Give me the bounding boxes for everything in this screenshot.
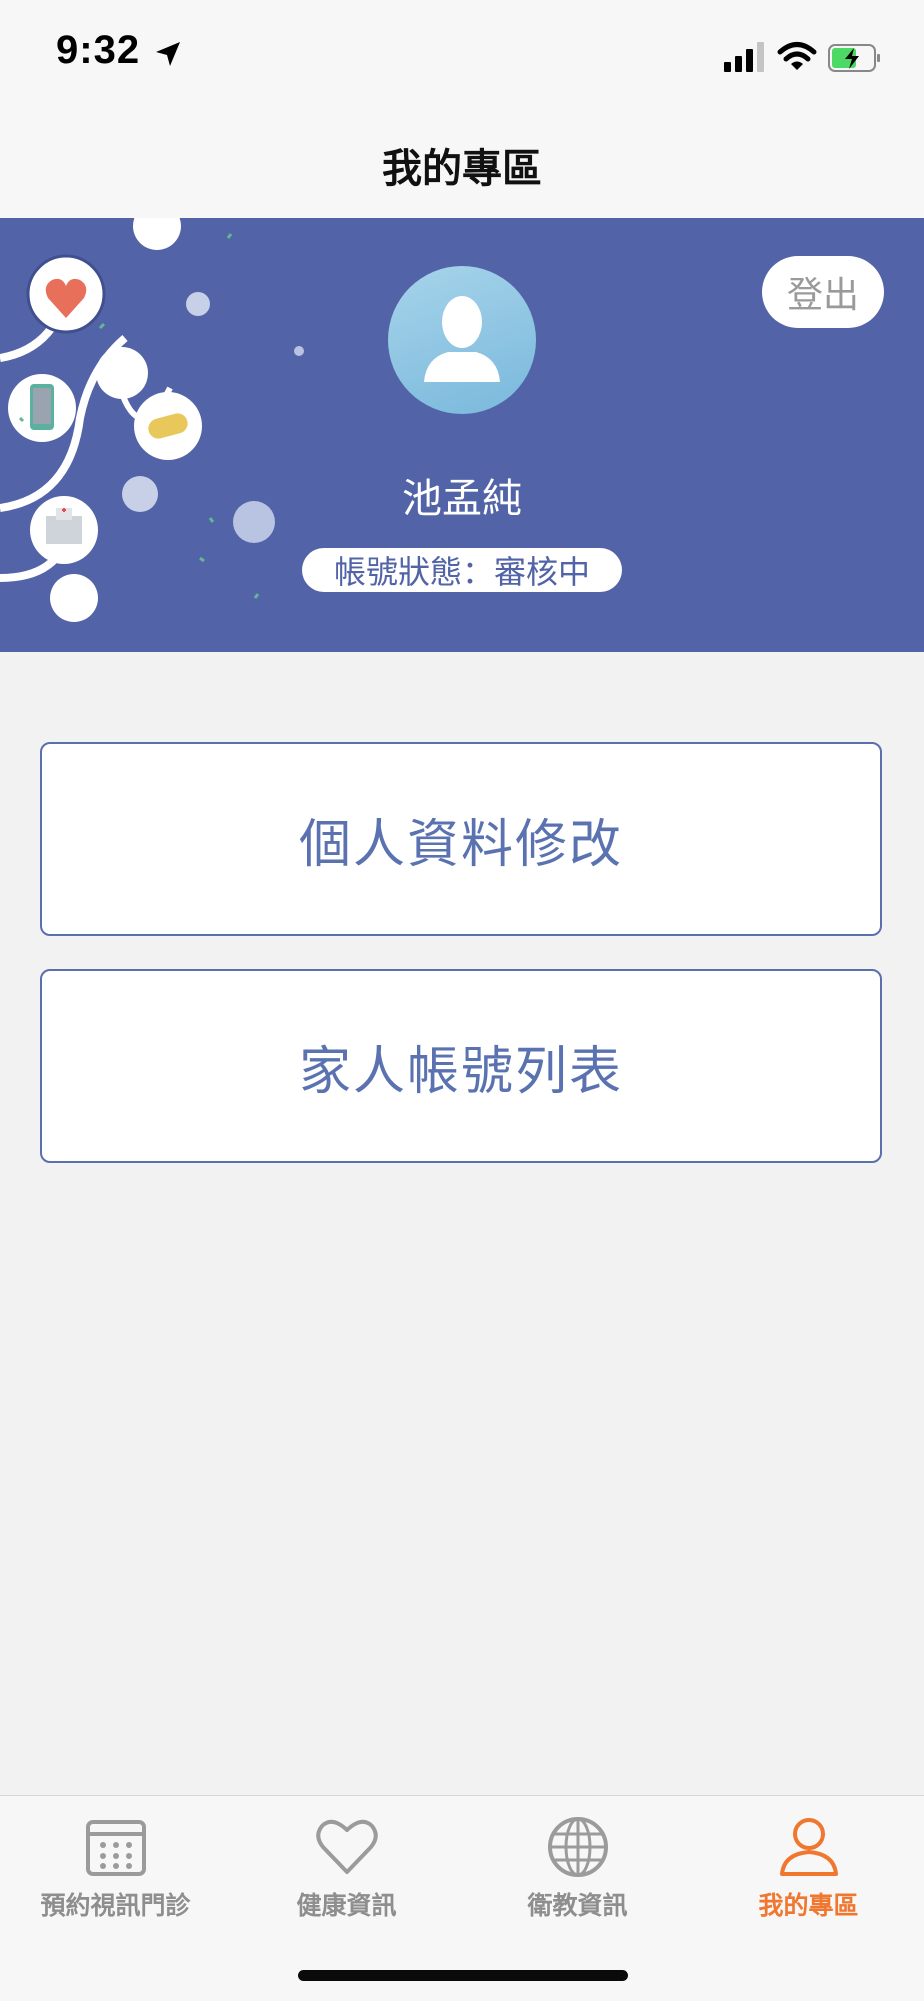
person-silhouette-icon	[424, 296, 500, 382]
decor-dot	[294, 346, 304, 356]
user-name: 池孟純	[402, 476, 522, 522]
heart-icon	[315, 1819, 378, 1874]
tab-health-info[interactable]: 健康資訊	[231, 1796, 462, 1936]
status-time: 9:32	[56, 28, 141, 72]
tab-label: 預約視訊門診	[40, 1891, 191, 1920]
location-arrow-icon	[156, 42, 180, 66]
edit-profile-button[interactable]: 個人資料修改	[40, 742, 882, 936]
page-title: 我的專區	[382, 146, 542, 192]
wifi-icon	[777, 42, 817, 70]
globe-icon	[547, 1817, 608, 1877]
status-indicators	[724, 42, 880, 72]
tab-health-education[interactable]: 衛教資訊	[462, 1796, 693, 1936]
account-status-badge: 帳號狀態：審核中	[302, 548, 622, 592]
tab-label: 衛教資訊	[527, 1891, 628, 1920]
profile-header: 登出 池孟純 帳號狀態：審核中	[0, 218, 924, 652]
status-bar: 9:32	[0, 0, 924, 110]
avatar	[388, 266, 536, 414]
tab-my-area[interactable]: 我的專區	[693, 1796, 924, 1936]
person-icon	[779, 1818, 838, 1876]
family-accounts-button[interactable]: 家人帳號列表	[40, 969, 882, 1163]
home-indicator	[298, 1970, 628, 1981]
tab-label: 健康資訊	[296, 1891, 397, 1920]
medical-decoration-illustration	[0, 218, 275, 622]
navigation-bar: 我的專區	[0, 110, 924, 218]
logout-button[interactable]: 登出	[762, 256, 884, 328]
cellular-signal-icon	[724, 42, 764, 72]
calendar-icon	[85, 1820, 146, 1876]
battery-charging-icon	[828, 44, 880, 72]
tab-video-appointment[interactable]: 預約視訊門診	[0, 1796, 231, 1936]
tab-label: 我的專區	[758, 1891, 859, 1920]
